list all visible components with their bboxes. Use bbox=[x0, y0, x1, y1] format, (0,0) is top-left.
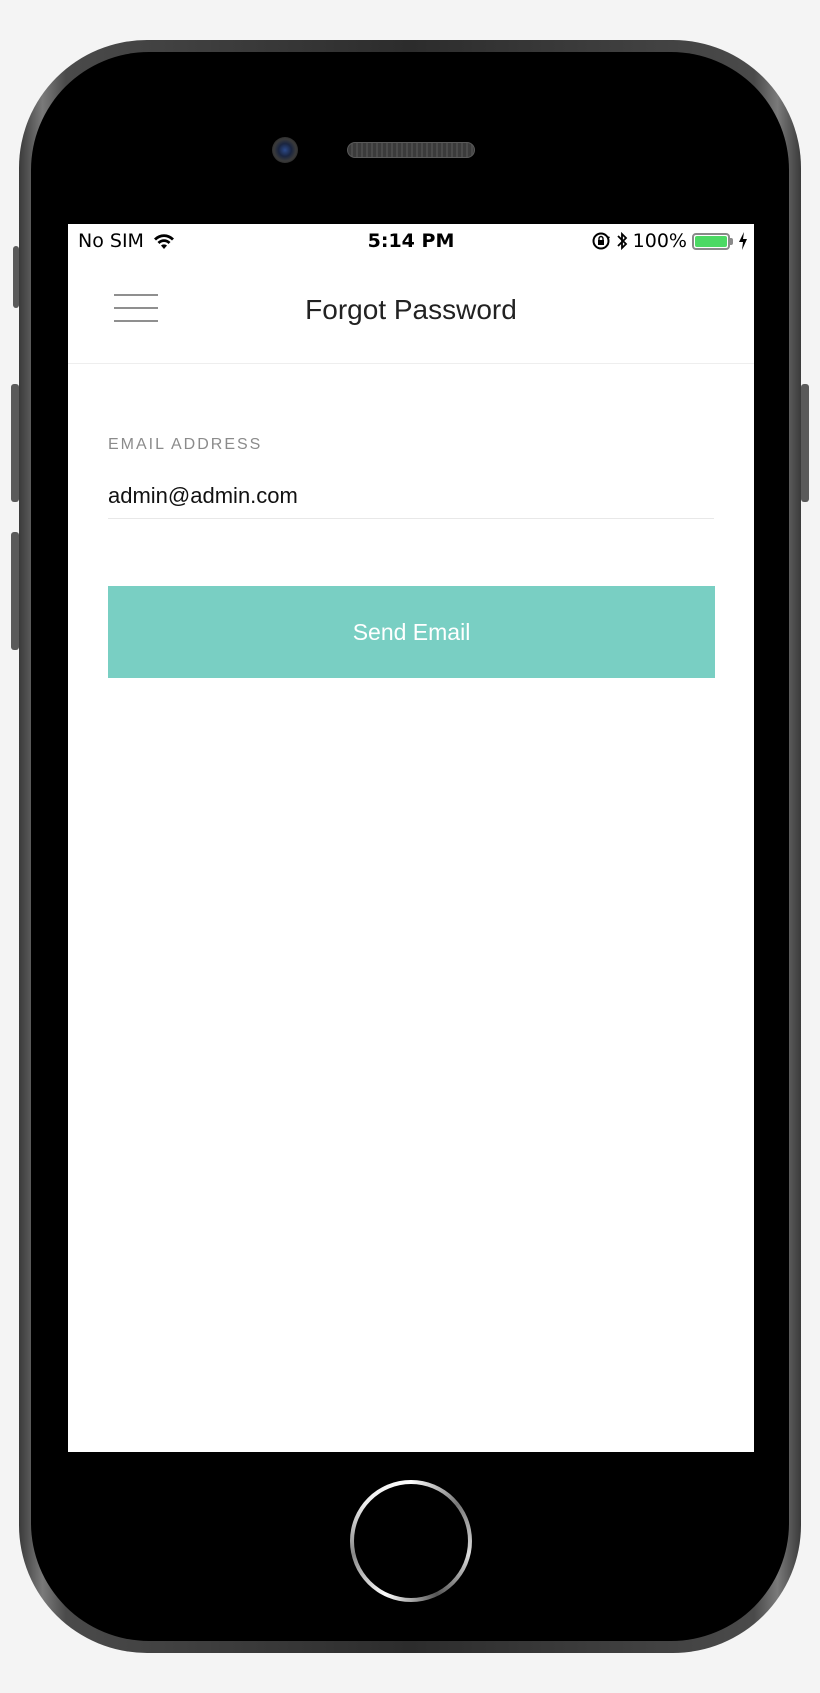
page-title: Forgot Password bbox=[305, 294, 517, 325]
battery-outline bbox=[692, 232, 730, 250]
status-bar: No SIM 5:14 PM 100% bbox=[68, 224, 754, 260]
charging-bolt-icon bbox=[738, 232, 748, 250]
navigation-bar: Forgot Password bbox=[68, 260, 754, 364]
email-field[interactable] bbox=[108, 474, 714, 519]
send-email-button[interactable]: Send Email bbox=[108, 586, 715, 678]
battery-fill bbox=[695, 235, 727, 247]
battery-icon bbox=[692, 232, 733, 250]
earpiece-speaker bbox=[347, 142, 475, 158]
status-right: 100% bbox=[591, 230, 748, 252]
volume-down-button bbox=[11, 532, 19, 650]
power-button bbox=[801, 384, 809, 502]
bluetooth-icon bbox=[616, 231, 628, 251]
battery-cap bbox=[730, 237, 733, 245]
battery-percent: 100% bbox=[632, 230, 687, 252]
volume-up-button bbox=[11, 384, 19, 502]
app-screen: No SIM 5:14 PM 100% Forgot Password EMAI… bbox=[68, 224, 754, 1452]
email-label: EMAIL ADDRESS bbox=[108, 436, 263, 453]
front-camera bbox=[272, 137, 298, 163]
orientation-lock-icon bbox=[591, 231, 611, 251]
home-button-center bbox=[354, 1484, 468, 1598]
home-button bbox=[350, 1480, 472, 1602]
